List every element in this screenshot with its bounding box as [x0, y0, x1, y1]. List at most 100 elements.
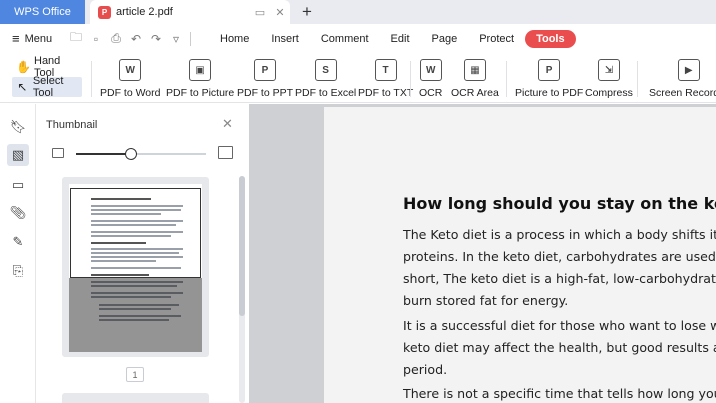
thumbnail-panel: Thumbnail ✕ 1	[36, 104, 249, 403]
page-thumbnail[interactable]	[62, 177, 209, 357]
new-tab-plus-icon[interactable]: +	[297, 2, 317, 22]
large-image-icon[interactable]	[218, 146, 233, 159]
thumbnail-shade	[69, 278, 202, 352]
thumbnail-panel-title: Thumbnail	[46, 119, 98, 131]
save-icon[interactable]: ▫	[86, 32, 106, 46]
divider	[410, 61, 411, 97]
thumbnail-view-icon[interactable]: ▧	[7, 144, 29, 166]
slider-handle[interactable]	[124, 148, 137, 160]
paragraph-line: The Keto diet is a process in which a bo…	[403, 227, 716, 242]
pdf-to-excel-icon: S	[314, 59, 337, 81]
main-menu-label: Menu	[24, 32, 53, 45]
paragraph-line: burn stored fat for energy.	[403, 293, 569, 308]
main-menu-button[interactable]: ≡ Menu	[0, 31, 58, 46]
close-tab-icon[interactable]: ✕	[270, 2, 290, 22]
screen-recorder-button[interactable]: ▶ Screen Recorder	[649, 59, 716, 101]
document-view[interactable]: How long should you stay on the keto d T…	[249, 104, 716, 403]
document-tab-label: article 2.pdf	[116, 6, 173, 18]
screen-recorder-icon: ▶	[677, 59, 700, 81]
thumbnail-zoom-slider[interactable]	[76, 148, 206, 160]
tab-protect[interactable]: Protect	[468, 30, 525, 48]
pdf-to-ppt-label: PDF to PPT	[237, 87, 294, 99]
compress-button[interactable]: ⇲ Compress	[585, 59, 633, 101]
ocr-icon: W	[419, 59, 442, 81]
tab-insert[interactable]: Insert	[260, 30, 310, 48]
hand-icon: ✋	[16, 60, 31, 74]
attachment-paperclip-icon[interactable]: 📎︎	[7, 202, 29, 224]
pdf-to-picture-button[interactable]: ▣ PDF to Picture	[166, 59, 234, 101]
close-panel-icon[interactable]: ✕	[222, 116, 233, 132]
scrollbar-thumb[interactable]	[239, 176, 245, 316]
ocr-area-button[interactable]: ▦ OCR Area	[451, 59, 499, 101]
divider	[637, 61, 638, 97]
print-icon[interactable]: ⎙	[106, 31, 126, 46]
tab-comment[interactable]: Comment	[310, 30, 380, 48]
slider-fill	[76, 153, 131, 155]
tab-edit[interactable]: Edit	[380, 30, 421, 48]
cursor-arrow-icon: ↖	[17, 80, 28, 94]
customize-chevron-icon[interactable]: ▿	[166, 32, 186, 46]
picture-to-pdf-label: Picture to PDF	[515, 87, 584, 99]
pdf-to-word-button[interactable]: W PDF to Word	[100, 59, 161, 101]
divider	[190, 31, 191, 46]
open-folder-icon[interactable]: 🗀	[66, 28, 86, 49]
picture-to-pdf-icon: P	[538, 59, 561, 81]
app-tab-label: WPS Office	[14, 6, 71, 18]
picture-to-pdf-button[interactable]: P Picture to PDF	[515, 59, 583, 101]
signature-icon[interactable]: ✎	[7, 231, 29, 253]
quick-access-toolbar: 🗀 ▫ ⎙ ↶ ↷ ▿	[66, 28, 195, 49]
ribbon-tabs: Home Insert Comment Edit Page Protect To…	[209, 29, 576, 48]
redo-icon[interactable]: ↷	[146, 32, 166, 46]
select-tool-button[interactable]: ↖ Select Tool	[12, 75, 82, 99]
ocr-area-label: OCR Area	[451, 87, 499, 99]
document-page: How long should you stay on the keto d T…	[324, 107, 716, 403]
thumbnail-zoom-control	[52, 146, 234, 161]
compress-label: Compress	[585, 87, 633, 99]
paragraph-line: period.	[403, 362, 448, 377]
document-tab[interactable]: P article 2.pdf ▭ ✕	[90, 0, 290, 24]
compress-icon: ⇲	[597, 59, 620, 81]
visible-area-frame	[70, 188, 201, 278]
paragraph-line: There is not a specific time that tells …	[403, 386, 716, 401]
paragraph-line: keto diet may affect the health, but goo…	[403, 340, 716, 355]
page-number-badge: 1	[126, 367, 144, 382]
page-thumbnail-next[interactable]	[62, 393, 209, 403]
small-image-icon[interactable]	[52, 148, 64, 158]
pdf-to-picture-icon: ▣	[189, 59, 212, 81]
comment-icon[interactable]: ▭	[7, 174, 29, 196]
title-bar: WPS Office P article 2.pdf ▭ ✕ +	[0, 0, 716, 24]
pdf-to-picture-label: PDF to Picture	[166, 87, 235, 99]
tools-ribbon: ✋ Hand Tool ↖ Select Tool W PDF to Word …	[0, 53, 716, 103]
bookmark-icon[interactable]: 🔖︎	[7, 116, 29, 138]
extract-page-icon[interactable]: ⎘	[7, 260, 29, 282]
divider	[91, 61, 92, 97]
pdf-to-excel-label: PDF to Excel	[295, 87, 357, 99]
select-tool-label: Select Tool	[32, 75, 64, 99]
tab-page[interactable]: Page	[421, 30, 469, 48]
pdf-to-txt-icon: T	[374, 59, 397, 81]
ocr-label: OCR	[419, 87, 443, 99]
paragraph-line: It is a successful diet for those who wa…	[403, 318, 716, 333]
paragraph-1: The Keto diet is a process in which a bo…	[403, 224, 716, 312]
hand-tool-button[interactable]: ✋ Hand Tool	[12, 55, 82, 79]
left-sidebar: 🔖︎ ▧ ▭ 📎︎ ✎ ⎘	[0, 104, 36, 403]
thumbnail-scrollbar[interactable]	[239, 176, 245, 403]
paragraph-line: proteins. In the keto diet, carbohydrate…	[403, 249, 716, 264]
divider	[506, 61, 507, 97]
undo-icon[interactable]: ↶	[126, 32, 146, 46]
ocr-button[interactable]: W OCR	[419, 59, 442, 101]
pin-icon[interactable]: ▭	[250, 2, 270, 22]
document-heading: How long should you stay on the keto d	[403, 194, 716, 213]
tab-tools[interactable]: Tools	[525, 29, 576, 48]
pdf-to-ppt-button[interactable]: P PDF to PPT	[237, 59, 293, 101]
pdf-to-txt-button[interactable]: T PDF to TXT	[358, 59, 413, 101]
paragraph-3: There is not a specific time that tells …	[403, 383, 716, 403]
pdf-to-ppt-icon: P	[254, 59, 276, 81]
app-tab-wps-office[interactable]: WPS Office	[0, 0, 85, 24]
ocr-area-icon: ▦	[463, 59, 486, 81]
pdf-to-excel-button[interactable]: S PDF to Excel	[295, 59, 356, 101]
paragraph-line: short, The keto diet is a high-fat, low-…	[403, 271, 716, 286]
paragraph-2: It is a successful diet for those who wa…	[403, 315, 716, 381]
menu-bar: ≡ Menu 🗀 ▫ ⎙ ↶ ↷ ▿ Home Insert Comment E…	[0, 24, 716, 53]
tab-home[interactable]: Home	[209, 30, 260, 48]
